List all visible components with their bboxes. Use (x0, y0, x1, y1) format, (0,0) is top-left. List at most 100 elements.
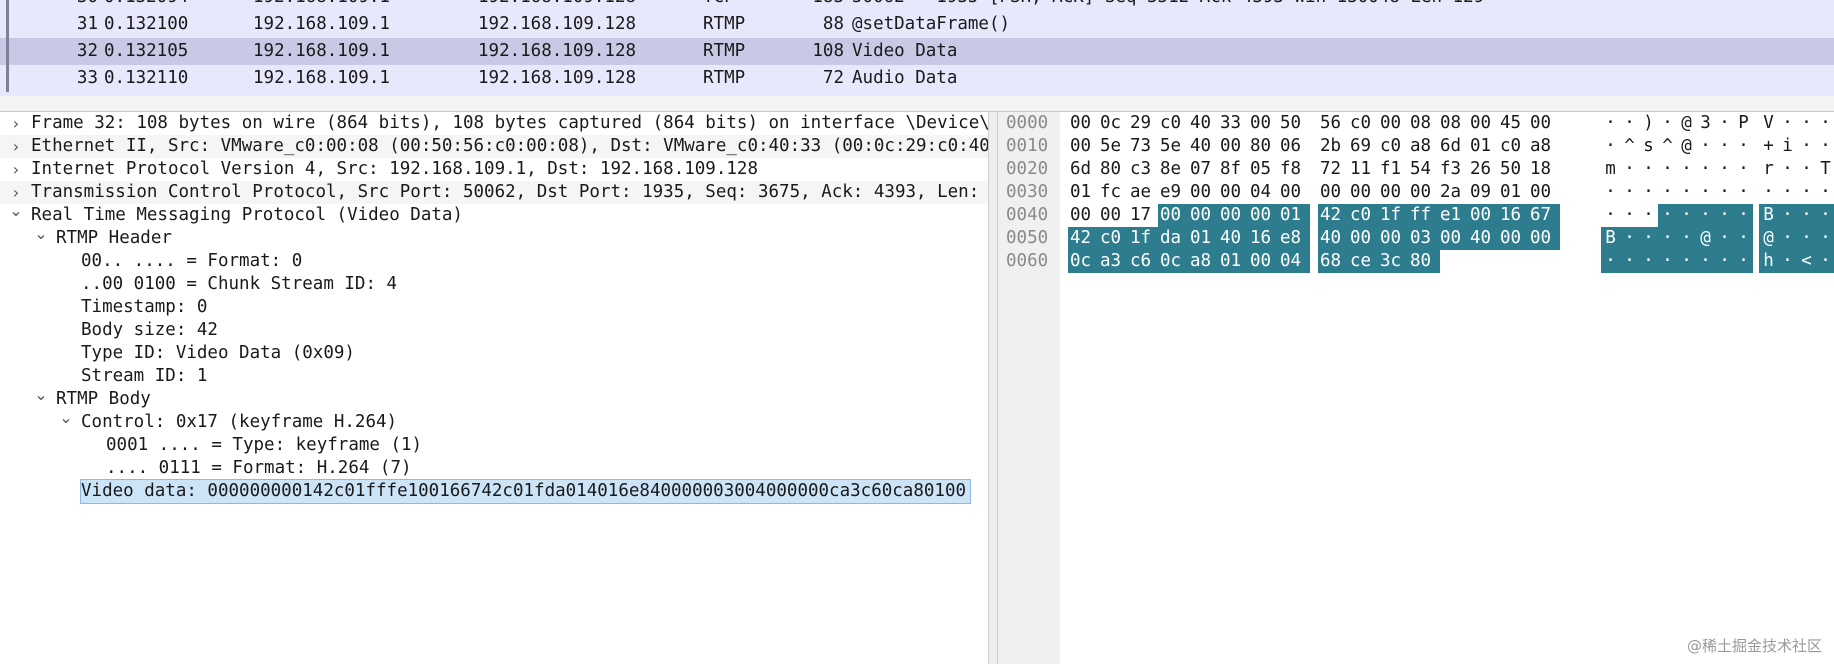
hex-byte[interactable]: c0 (1098, 227, 1130, 250)
chevron-right-icon[interactable]: › (8, 135, 24, 158)
ascii-char[interactable]: · (1639, 158, 1658, 181)
hex-byte[interactable]: 00 (1188, 204, 1220, 227)
ascii-char[interactable]: · (1797, 112, 1816, 135)
ascii-char[interactable]: · (1715, 112, 1734, 135)
ascii-char[interactable]: · (1696, 204, 1715, 227)
hex-byte[interactable]: 01 (1278, 204, 1310, 227)
ascii-char[interactable]: · (1677, 227, 1696, 250)
ascii-char[interactable]: T (1816, 158, 1834, 181)
hex-byte[interactable]: 01 (1068, 181, 1100, 204)
tree-item[interactable]: › Ethernet II, Src: VMware_c0:00:08 (00:5… (0, 135, 988, 158)
hex-byte[interactable]: 1f (1128, 227, 1160, 250)
ascii-char[interactable]: · (1797, 227, 1816, 250)
ascii-char[interactable]: · (1816, 181, 1834, 204)
hex-byte[interactable]: 00 (1348, 181, 1380, 204)
ascii-char[interactable]: m (1601, 158, 1620, 181)
hex-byte[interactable]: c0 (1498, 135, 1530, 158)
hex-byte[interactable]: 5e (1158, 135, 1190, 158)
hex-byte[interactable]: c0 (1158, 112, 1190, 135)
hex-byte[interactable]: c0 (1378, 135, 1410, 158)
hex-byte[interactable]: 00 (1378, 181, 1410, 204)
ascii-char[interactable]: @ (1677, 112, 1696, 135)
hex-byte[interactable]: 00 (1318, 181, 1350, 204)
hex-byte[interactable]: 01 (1188, 227, 1220, 250)
hex-byte[interactable]: 69 (1348, 135, 1380, 158)
hex-byte[interactable]: 07 (1188, 158, 1220, 181)
hex-byte[interactable]: 8f (1218, 158, 1250, 181)
tree-item[interactable]: › Internet Protocol Version 4, Src: 192.1… (0, 158, 988, 181)
ascii-char[interactable]: · (1639, 181, 1658, 204)
hex-byte[interactable]: 54 (1408, 158, 1440, 181)
hex-byte[interactable]: 80 (1408, 250, 1440, 273)
tree-item[interactable]: Type ID: Video Data (0x09) (0, 342, 988, 365)
ascii-char[interactable]: · (1696, 250, 1715, 273)
hex-byte[interactable]: a8 (1188, 250, 1220, 273)
hex-byte[interactable]: 26 (1468, 158, 1500, 181)
ascii-char[interactable]: + (1759, 135, 1778, 158)
ascii-char[interactable]: · (1816, 112, 1834, 135)
tree-item[interactable]: Timestamp: 0 (0, 296, 988, 319)
hex-byte[interactable]: 40 (1468, 227, 1500, 250)
ascii-char[interactable]: · (1620, 181, 1639, 204)
ascii-char[interactable]: · (1620, 250, 1639, 273)
tree-item[interactable]: 00.. .... = Format: 0 (0, 250, 988, 273)
hex-byte[interactable]: 00 (1098, 204, 1130, 227)
tree-item[interactable]: ⌄ Control: 0x17 (keyframe H.264) (0, 410, 988, 434)
hex-byte[interactable]: 00 (1068, 135, 1100, 158)
ascii-char[interactable]: · (1816, 135, 1834, 158)
ascii-char[interactable]: ) (1639, 112, 1658, 135)
hex-byte[interactable]: 09 (1468, 181, 1500, 204)
hex-byte[interactable]: 0c (1068, 250, 1100, 273)
ascii-char[interactable]: · (1696, 181, 1715, 204)
chevron-down-icon[interactable]: ⌄ (58, 410, 74, 426)
ascii-char[interactable]: · (1658, 227, 1677, 250)
hex-row[interactable]: 0060 0c a3 c6 0c a8 01 00 04 68 ce 3c 80 · · · · · · · · h · < · (998, 250, 1834, 273)
hex-byte[interactable]: f8 (1278, 158, 1310, 181)
hex-byte[interactable]: 73 (1128, 135, 1160, 158)
packet-row[interactable]: 31 0.132100 192.168.109.1 192.168.109.128 RT… (0, 11, 1834, 38)
ascii-char[interactable]: · (1639, 227, 1658, 250)
ascii-char[interactable]: s (1639, 135, 1658, 158)
ascii-char[interactable]: · (1677, 204, 1696, 227)
packet-details-tree[interactable]: › Frame 32: 108 bytes on wire (864 bits),… (0, 112, 988, 664)
packet-row[interactable]: 30 0.132094 192.168.109.1 192.168.109.128 TC… (0, 0, 1834, 11)
hex-byte[interactable]: f1 (1378, 158, 1410, 181)
hex-byte[interactable]: 80 (1248, 135, 1280, 158)
ascii-char[interactable]: · (1778, 112, 1797, 135)
ascii-char[interactable]: · (1734, 135, 1753, 158)
hex-byte[interactable]: 00 (1068, 204, 1100, 227)
hex-byte[interactable]: 40 (1188, 135, 1220, 158)
hex-byte[interactable]: 00 (1528, 181, 1560, 204)
ascii-char[interactable]: r (1759, 158, 1778, 181)
hex-byte[interactable]: 00 (1248, 112, 1280, 135)
hex-byte[interactable]: 00 (1378, 227, 1410, 250)
hex-byte[interactable]: 00 (1348, 227, 1380, 250)
hex-byte[interactable]: 04 (1248, 181, 1280, 204)
hex-byte[interactable]: 50 (1278, 112, 1310, 135)
ascii-char[interactable]: · (1639, 204, 1658, 227)
hex-byte[interactable]: ae (1128, 181, 1160, 204)
ascii-char[interactable]: · (1734, 250, 1753, 273)
ascii-char[interactable]: @ (1696, 227, 1715, 250)
hex-byte[interactable]: 40 (1188, 112, 1220, 135)
hex-byte[interactable]: da (1158, 227, 1190, 250)
ascii-char[interactable]: · (1778, 227, 1797, 250)
ascii-char[interactable]: @ (1759, 227, 1778, 250)
ascii-char[interactable]: · (1658, 250, 1677, 273)
hex-byte[interactable]: 40 (1218, 227, 1250, 250)
hex-row[interactable]: 0040 00 00 17 00 00 00 00 01 42 c0 1f ff e1 00 16 67 · · · ·… (998, 204, 1834, 227)
hex-byte[interactable]: a8 (1528, 135, 1560, 158)
hex-byte[interactable]: 50 (1498, 158, 1530, 181)
ascii-char[interactable]: · (1778, 250, 1797, 273)
ascii-char[interactable]: · (1759, 181, 1778, 204)
hex-byte[interactable]: 00 (1378, 112, 1410, 135)
ascii-char[interactable]: · (1816, 227, 1834, 250)
hex-byte[interactable]: e1 (1438, 204, 1470, 227)
hex-byte[interactable]: 72 (1318, 158, 1350, 181)
hex-byte[interactable]: 01 (1468, 135, 1500, 158)
hex-byte[interactable]: 17 (1128, 204, 1160, 227)
hex-byte[interactable]: 18 (1528, 158, 1560, 181)
pane-separator[interactable] (0, 96, 1834, 112)
packet-list[interactable]: 30 0.132094 192.168.109.1 192.168.109.128 TC… (0, 0, 1834, 96)
hex-row[interactable]: 0010 00 5e 73 5e 40 00 80 06 2b 69 c0 a8 6d 01 c0 a8 · ^ s ^… (998, 135, 1834, 158)
